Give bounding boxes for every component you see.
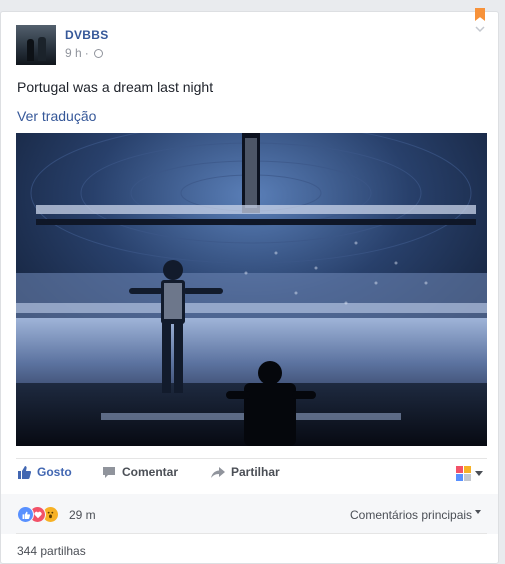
post-meta: 9 h ·	[65, 46, 103, 60]
comment-label: Comentar	[122, 465, 179, 479]
thumbs-up-icon	[18, 466, 31, 479]
post-text: Portugal was a dream last night	[17, 79, 214, 95]
translate-link[interactable]: Ver tradução	[17, 108, 96, 124]
meta-separator: ·	[84, 46, 89, 60]
timestamp-link[interactable]: 9 h	[65, 46, 82, 60]
post-actions: Gosto Comentar Partilhar	[1, 460, 498, 490]
shares-count-link[interactable]: 344 partilhas	[17, 544, 86, 558]
share-label: Partilhar	[231, 465, 280, 479]
post-photo[interactable]	[16, 133, 487, 446]
divider	[16, 458, 487, 459]
bookmark-icon[interactable]	[475, 8, 485, 21]
avatar-figure	[38, 37, 46, 61]
share-button[interactable]: Partilhar	[211, 465, 280, 479]
reaction-avatar-icon	[456, 466, 471, 481]
globe-icon	[93, 48, 103, 58]
reaction-summary: 29 m Comentários principais	[1, 494, 498, 534]
post-card: DVBBS 9 h · Portugal was a dream last ni…	[0, 8, 499, 564]
avatar-figure	[27, 39, 34, 61]
like-label: Gosto	[37, 465, 72, 479]
like-button[interactable]: Gosto	[17, 465, 72, 479]
comments-sort-dropdown[interactable]: Comentários principais	[350, 508, 482, 522]
comment-button[interactable]: Comentar	[102, 465, 178, 479]
comments-sort-label: Comentários principais	[350, 508, 473, 522]
chevron-down-icon[interactable]	[474, 26, 486, 34]
page-avatar[interactable]	[16, 25, 56, 65]
reaction-picker[interactable]	[456, 466, 483, 482]
share-arrow-icon	[211, 466, 225, 478]
reaction-count[interactable]: 29 m	[69, 508, 96, 522]
divider	[16, 533, 487, 534]
concert-photo-image	[16, 133, 487, 446]
page-name-link[interactable]: DVBBS	[65, 28, 109, 42]
caret-down-icon	[475, 510, 482, 514]
like-reaction-icon[interactable]	[17, 506, 34, 523]
comment-icon	[103, 466, 115, 478]
chevron-down-icon	[475, 471, 483, 476]
